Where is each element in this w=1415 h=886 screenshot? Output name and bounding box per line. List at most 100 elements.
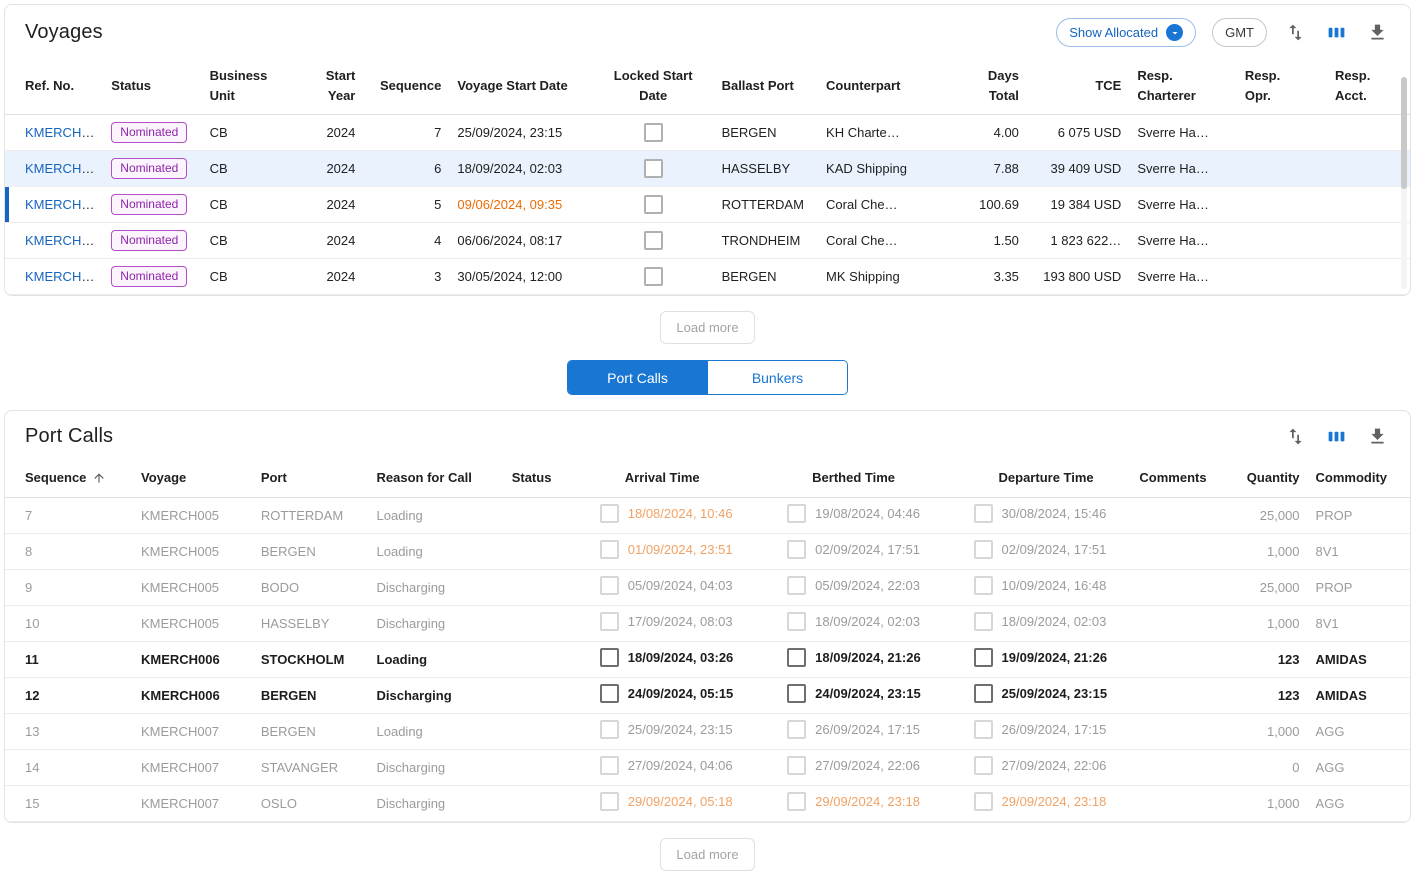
columns-icon[interactable] — [1324, 424, 1349, 449]
arrival-time-checkbox[interactable] — [600, 756, 619, 775]
arrival-time-checkbox[interactable] — [600, 684, 619, 703]
voyage-row[interactable]: KMERCH007NominatedCB2024725/09/2024, 23:… — [5, 115, 1410, 151]
arrival-time-checkbox[interactable] — [600, 576, 619, 595]
column-header-sequence[interactable]: Sequence — [5, 459, 133, 497]
column-header-days-total[interactable]: Days Total — [941, 57, 1027, 115]
column-header-voyage[interactable]: Voyage — [133, 459, 253, 497]
show-allocated-dropdown[interactable]: Show Allocated — [1056, 18, 1196, 47]
berthed-time-checkbox[interactable] — [787, 720, 806, 739]
voyage-ref-link[interactable]: KMERCH003 — [25, 269, 103, 284]
port-call-row[interactable]: 10KMERCH005HASSELBYDischarging17/09/2024… — [5, 605, 1410, 641]
berthed-time-checkbox[interactable] — [787, 756, 806, 775]
port-call-commodity-cell: PROP — [1308, 569, 1410, 605]
port-call-voyage-cell: KMERCH005 — [133, 533, 253, 569]
download-icon[interactable] — [1365, 424, 1390, 449]
column-header-status[interactable]: Status — [504, 459, 592, 497]
port-call-comments-cell — [1131, 641, 1225, 677]
column-header-status[interactable]: Status — [103, 57, 201, 115]
column-header-comments[interactable]: Comments — [1131, 459, 1225, 497]
voyage-ref-link[interactable]: KMERCH007 — [25, 125, 103, 140]
voyage-resp-opr-cell — [1237, 151, 1327, 187]
departure-time-checkbox[interactable] — [974, 540, 993, 559]
arrival-time-checkbox[interactable] — [600, 720, 619, 739]
departure-time-checkbox[interactable] — [974, 756, 993, 775]
voyage-business-unit-cell: CB — [202, 115, 317, 151]
tab-port-calls[interactable]: Port Calls — [568, 361, 707, 394]
port-calls-load-more-button[interactable]: Load more — [660, 838, 754, 871]
download-icon[interactable] — [1365, 20, 1390, 45]
column-header-resp-charterer[interactable]: Resp. Charterer — [1129, 57, 1237, 115]
departure-time-checkbox[interactable] — [974, 504, 993, 523]
voyage-ref-link[interactable]: KMERCH004 — [25, 233, 103, 248]
column-header-ref-no[interactable]: Ref. No. — [5, 57, 103, 115]
port-call-row[interactable]: 13KMERCH007BERGENLoading25/09/2024, 23:1… — [5, 713, 1410, 749]
locked-start-date-checkbox[interactable] — [644, 267, 663, 286]
port-call-row[interactable]: 8KMERCH005BERGENLoading01/09/2024, 23:51… — [5, 533, 1410, 569]
port-call-row[interactable]: 14KMERCH007STAVANGERDischarging27/09/202… — [5, 749, 1410, 785]
arrival-time-checkbox[interactable] — [600, 612, 619, 631]
voyage-row[interactable]: KMERCH005NominatedCB2024509/06/2024, 09:… — [5, 187, 1410, 223]
departure-time-checkbox[interactable] — [974, 720, 993, 739]
voyage-ref-link[interactable]: KMERCH006 — [25, 161, 103, 176]
voyages-load-more-button[interactable]: Load more — [660, 311, 754, 344]
timezone-button[interactable]: GMT — [1212, 18, 1267, 47]
berthed-time-checkbox[interactable] — [787, 792, 806, 811]
column-header-resp-acct[interactable]: Resp. Acct. — [1327, 57, 1410, 115]
column-header-commodity[interactable]: Commodity — [1308, 459, 1410, 497]
column-header-start-year[interactable]: Start Year — [316, 57, 363, 115]
departure-time-checkbox[interactable] — [974, 684, 993, 703]
locked-start-date-checkbox[interactable] — [644, 231, 663, 250]
arrival-time-checkbox[interactable] — [600, 540, 619, 559]
port-call-row[interactable]: 12KMERCH006BERGENDischarging24/09/2024, … — [5, 677, 1410, 713]
departure-time-checkbox[interactable] — [974, 792, 993, 811]
berthed-time-checkbox[interactable] — [787, 612, 806, 631]
berthed-time-checkbox[interactable] — [787, 576, 806, 595]
column-header-resp-opr[interactable]: Resp. Opr. — [1237, 57, 1327, 115]
departure-time-checkbox[interactable] — [974, 612, 993, 631]
voyage-row[interactable]: KMERCH003NominatedCB2024330/05/2024, 12:… — [5, 259, 1410, 295]
arrival-time-checkbox[interactable] — [600, 792, 619, 811]
port-call-row[interactable]: 11KMERCH006STOCKHOLMLoading18/09/2024, 0… — [5, 641, 1410, 677]
port-call-row[interactable]: 15KMERCH007OSLODischarging29/09/2024, 05… — [5, 785, 1410, 821]
voyage-row[interactable]: KMERCH004NominatedCB2024406/06/2024, 08:… — [5, 223, 1410, 259]
port-call-row[interactable]: 9KMERCH005BODODischarging05/09/2024, 04:… — [5, 569, 1410, 605]
arrival-time-checkbox[interactable] — [600, 648, 619, 667]
column-header-arrival-time[interactable]: Arrival Time — [592, 459, 779, 497]
locked-start-date-checkbox[interactable] — [644, 123, 663, 142]
column-header-voyage-start-date[interactable]: Voyage Start Date — [449, 57, 592, 115]
column-header-quantity[interactable]: Quantity — [1226, 459, 1308, 497]
voyage-row[interactable]: KMERCH006NominatedCB2024618/09/2024, 02:… — [5, 151, 1410, 187]
vertical-scrollbar[interactable] — [1401, 77, 1407, 289]
departure-time-checkbox[interactable] — [974, 576, 993, 595]
sort-icon[interactable] — [1283, 20, 1308, 45]
locked-start-date-checkbox[interactable] — [644, 159, 663, 178]
berthed-time-checkbox[interactable] — [787, 648, 806, 667]
column-header-sequence[interactable]: Sequence — [363, 57, 449, 115]
column-header-business-unit[interactable]: Business Unit — [202, 57, 317, 115]
port-calls-toolbar — [1283, 424, 1390, 449]
voyage-ref-link[interactable]: KMERCH005 — [25, 197, 103, 212]
locked-start-date-checkbox[interactable] — [644, 195, 663, 214]
sort-icon[interactable] — [1283, 424, 1308, 449]
voyage-status-badge: Nominated — [111, 266, 187, 287]
column-header-reason-for-call[interactable]: Reason for Call — [369, 459, 504, 497]
column-header-berthed-time[interactable]: Berthed Time — [779, 459, 965, 497]
departure-time-cell: 25/09/2024, 23:15 — [966, 677, 1132, 713]
column-header-ballast-port[interactable]: Ballast Port — [714, 57, 818, 115]
berthed-time-checkbox[interactable] — [787, 504, 806, 523]
tab-bunkers[interactable]: Bunkers — [707, 361, 847, 394]
voyage-status-cell: Nominated — [103, 151, 201, 187]
port-calls-load-more-row: Load more — [4, 823, 1411, 886]
columns-icon[interactable] — [1324, 20, 1349, 45]
column-header-locked-start-date[interactable]: Locked Start Date — [593, 57, 714, 115]
column-header-counterpart[interactable]: Counterpart — [818, 57, 941, 115]
column-header-departure-time[interactable]: Departure Time — [966, 459, 1132, 497]
arrival-time-checkbox[interactable] — [600, 504, 619, 523]
port-call-row[interactable]: 7KMERCH005ROTTERDAMLoading18/08/2024, 10… — [5, 497, 1410, 533]
departure-time-checkbox[interactable] — [974, 648, 993, 667]
scrollbar-thumb[interactable] — [1401, 77, 1407, 189]
berthed-time-checkbox[interactable] — [787, 684, 806, 703]
berthed-time-checkbox[interactable] — [787, 540, 806, 559]
column-header-port[interactable]: Port — [253, 459, 369, 497]
column-header-tce[interactable]: TCE — [1027, 57, 1129, 115]
